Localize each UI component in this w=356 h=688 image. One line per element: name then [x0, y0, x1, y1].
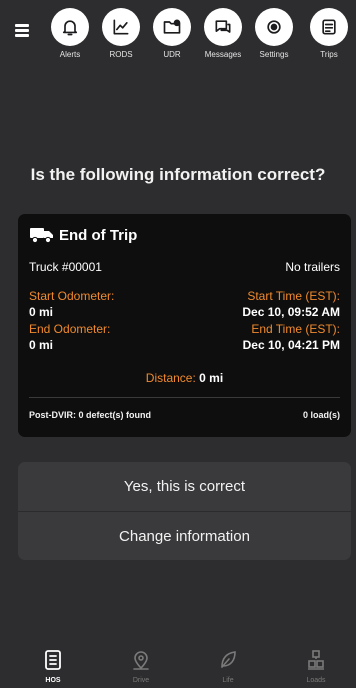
end-odometer-label: End Odometer: — [29, 322, 111, 336]
nav-messages[interactable]: Messages — [197, 8, 249, 59]
top-navigation: Alerts RODS UDR Messages Settings Trips — [0, 0, 356, 66]
tab-label: Life — [222, 677, 234, 684]
folder-icon — [153, 8, 191, 46]
boxes-icon — [308, 650, 324, 670]
distance-value: 0 mi — [199, 371, 224, 385]
tab-hos[interactable]: HOS — [23, 649, 83, 684]
start-odometer-label: Start Odometer: — [29, 289, 115, 303]
end-time-value: Dec 10, 04:21 PM — [242, 338, 340, 352]
confirm-button[interactable]: Yes, this is correct — [18, 462, 351, 511]
chat-icon — [204, 8, 242, 46]
nav-label: UDR — [163, 50, 181, 59]
end-odometer-value: 0 mi — [29, 338, 54, 352]
start-odometer-value: 0 mi — [29, 305, 54, 319]
card-divider — [29, 397, 340, 398]
loads-count: 0 load(s) — [302, 410, 340, 420]
location-pin-icon — [133, 651, 149, 670]
distance-row: Distance: 0 mi — [18, 371, 351, 385]
chart-icon — [102, 8, 140, 46]
card-title-text: End of Trip — [59, 226, 138, 244]
tab-drive[interactable]: Drive — [111, 649, 171, 684]
card-title: End of Trip — [29, 226, 137, 244]
post-dvir-summary: Post-DVIR: 0 defect(s) found — [29, 410, 152, 420]
bell-icon — [51, 8, 89, 46]
tab-life[interactable]: Life — [198, 649, 258, 684]
change-information-button[interactable]: Change information — [18, 511, 351, 560]
trailers-status: No trailers — [285, 260, 340, 274]
start-time-value: Dec 10, 09:52 AM — [242, 305, 340, 319]
distance-label: Distance: — [145, 371, 196, 385]
tab-label: HOS — [45, 677, 61, 684]
nav-trips[interactable]: Trips — [303, 8, 355, 59]
nav-label: Trips — [320, 50, 338, 59]
trip-summary-card: End of Trip Truck #00001 No trailers Sta… — [18, 214, 351, 437]
nav-alerts[interactable]: Alerts — [44, 8, 96, 59]
nav-label: RODS — [109, 50, 133, 59]
bottom-tab-bar: HOS Drive Life Loads — [0, 642, 356, 688]
nav-label: Settings — [259, 50, 289, 59]
nav-label: Messages — [204, 50, 242, 59]
tab-loads[interactable]: Loads — [286, 649, 346, 684]
tab-label: Drive — [132, 677, 150, 684]
truck-icon — [30, 228, 53, 244]
nav-label: Alerts — [59, 50, 81, 59]
confirmation-question: Is the following information correct? — [30, 165, 326, 184]
nav-rods[interactable]: RODS — [95, 8, 147, 59]
list-icon — [310, 8, 348, 46]
start-time-label: Start Time (EST): — [247, 289, 340, 303]
leaf-icon — [221, 651, 236, 668]
nav-settings[interactable]: Settings — [248, 8, 300, 59]
menu-icon[interactable] — [15, 24, 29, 37]
document-icon — [45, 650, 61, 670]
nav-udr[interactable]: UDR — [146, 8, 198, 59]
end-time-label: End Time (EST): — [251, 322, 340, 336]
tab-label: Loads — [306, 677, 326, 684]
truck-number: Truck #00001 — [29, 260, 102, 274]
gear-icon — [255, 8, 293, 46]
confirmation-actions: Yes, this is correct Change information — [18, 462, 351, 560]
